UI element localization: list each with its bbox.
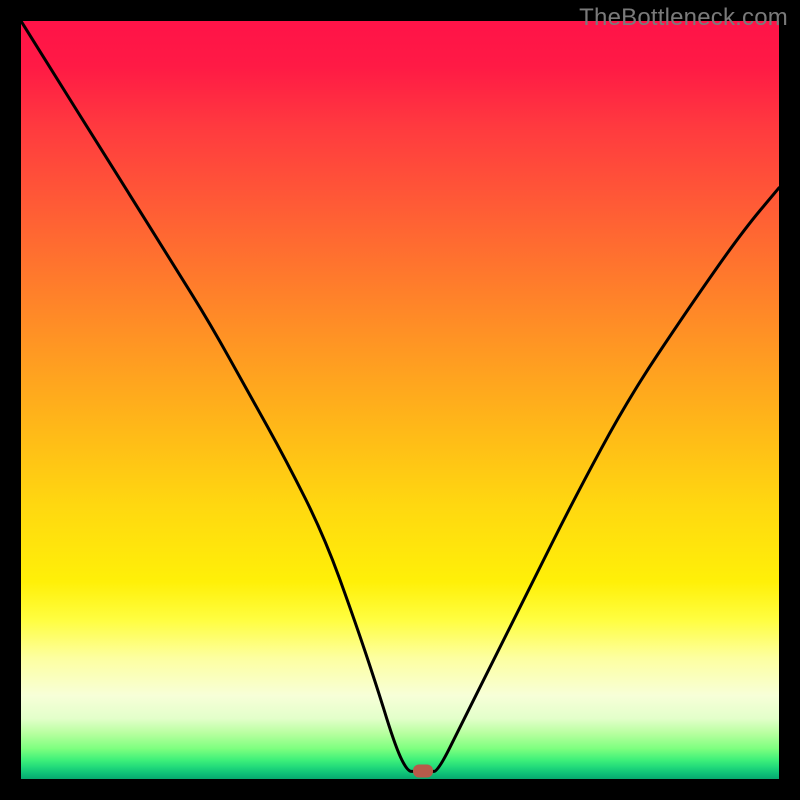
- plot-area: [21, 21, 779, 779]
- watermark-label: TheBottleneck.com: [579, 4, 788, 32]
- curve-svg: [21, 21, 779, 779]
- optimum-marker: [413, 765, 433, 778]
- bottleneck-curve: [21, 21, 779, 771]
- chart-frame: TheBottleneck.com: [0, 0, 800, 800]
